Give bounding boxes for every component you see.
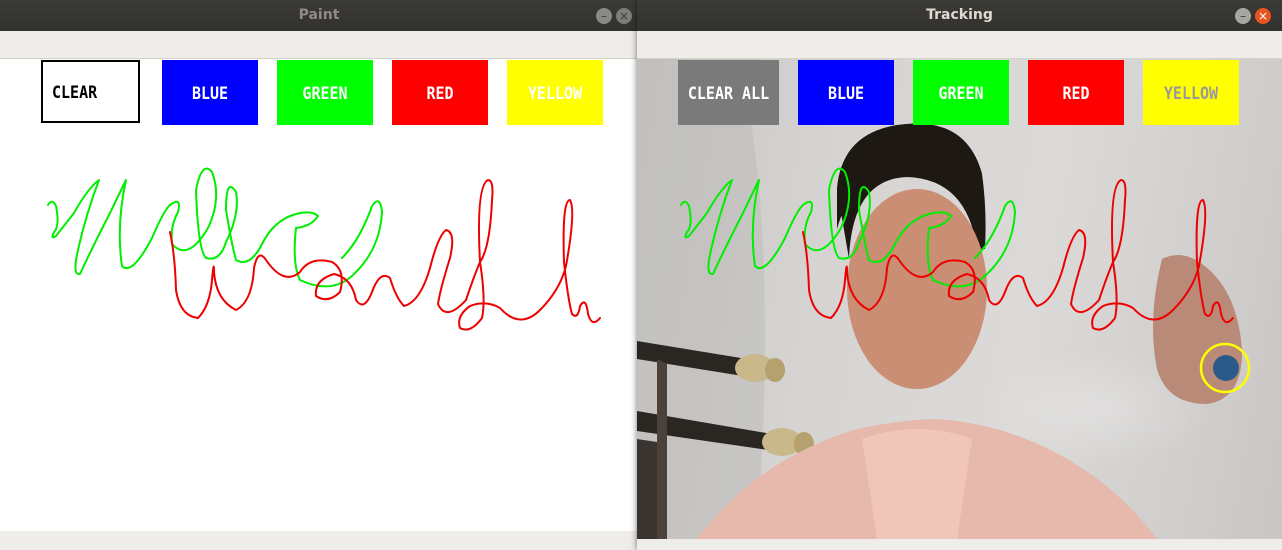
close-icon: × [618,9,630,23]
paint-titlebar[interactable]: Paint – × [0,0,638,31]
tracker-marker [1199,342,1251,394]
tracking-window-title: Tracking [926,7,993,23]
tracking-drawing [680,167,1251,394]
stroke-line1 [680,167,1016,288]
tracking-camera-feed: CLEAR ALL BLUE GREEN RED YELLOW [637,59,1282,539]
tracking-window: Tracking – × CLEAR ALL BLUE GREEN RED YE… [637,0,1282,550]
minimize-button[interactable]: – [596,8,612,24]
paint-drawing [47,167,601,331]
paint-menubar [0,31,638,59]
close-button[interactable]: × [1255,8,1271,24]
close-button[interactable]: × [616,8,632,24]
stroke-line1 [47,167,383,288]
paint-window: Paint – × CLEAR BLUE GREEN RED YELLOW [0,0,638,550]
tracking-titlebar[interactable]: Tracking – × [637,0,1282,31]
paint-canvas[interactable]: CLEAR BLUE GREEN RED YELLOW [0,59,638,531]
tracking-menubar [637,31,1282,59]
minimize-icon: – [1240,9,1246,23]
tracking-statusbar [637,539,1282,550]
minimize-icon: – [601,9,607,23]
paint-statusbar [0,531,638,550]
paint-window-title: Paint [298,7,340,23]
close-icon: × [1257,9,1269,23]
minimize-button[interactable]: – [1235,8,1251,24]
